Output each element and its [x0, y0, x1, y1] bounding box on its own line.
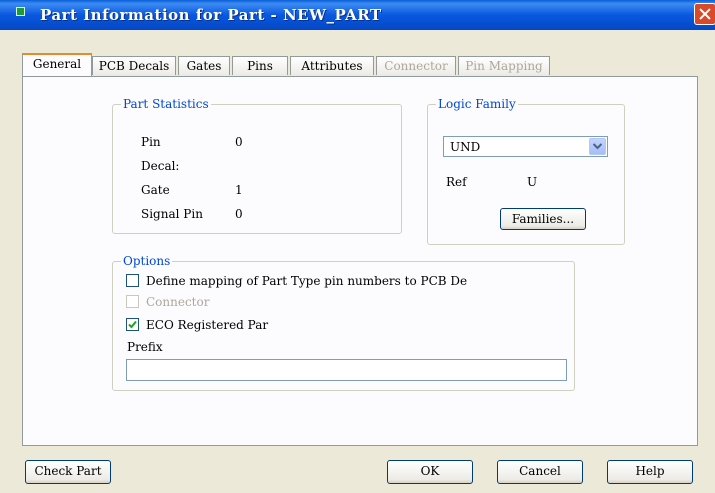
ref-label: Ref [446, 175, 467, 189]
logic-family-select[interactable]: UND [443, 136, 608, 157]
pin-value: 0 [235, 135, 243, 149]
part-statistics-group: Part Statistics Pin 0 Decal: Gate 1 Sign… [112, 97, 402, 234]
signal-pin-value: 0 [235, 207, 243, 221]
eco-registered-checkbox[interactable] [126, 318, 139, 331]
tab-pins[interactable]: Pins [232, 56, 288, 75]
help-button[interactable]: Help [607, 460, 693, 484]
prefix-label: Prefix [127, 340, 163, 354]
define-mapping-checkbox[interactable] [126, 274, 139, 287]
part-statistics-title: Part Statistics [121, 97, 211, 111]
tab-gates[interactable]: Gates [178, 56, 230, 75]
close-icon[interactable] [694, 3, 715, 25]
title-bar[interactable]: Part Information for Part - NEW_PART [0, 0, 715, 30]
tab-general[interactable]: General [22, 53, 92, 76]
families-button[interactable]: Families... [500, 208, 586, 230]
define-mapping-label[interactable]: Define mapping of Part Type pin numbers … [146, 274, 467, 288]
tab-pin-mapping: Pin Mapping [458, 56, 550, 75]
general-tab-panel: Part Statistics Pin 0 Decal: Gate 1 Sign… [22, 76, 698, 446]
tab-attributes[interactable]: Attributes [290, 56, 374, 75]
window-title: Part Information for Part - NEW_PART [40, 6, 382, 24]
connector-checkbox [126, 295, 139, 308]
signal-pin-label: Signal Pin [141, 207, 203, 221]
logic-family-group: Logic Family UND Ref U Families... [427, 97, 625, 245]
options-group: Options Define mapping of Part Type pin … [112, 254, 575, 391]
ref-value: U [527, 175, 538, 189]
tab-connector: Connector [376, 56, 456, 75]
check-part-button[interactable]: Check Part [25, 460, 111, 484]
logic-family-title: Logic Family [436, 97, 518, 111]
logic-family-value: UND [450, 140, 481, 154]
cancel-button[interactable]: Cancel [497, 460, 583, 484]
connector-label: Connector [146, 295, 210, 309]
prefix-input[interactable] [126, 359, 567, 381]
options-title: Options [121, 254, 173, 268]
part-information-dialog: Part Information for Part - NEW_PART Gen… [0, 0, 715, 493]
gate-label: Gate [141, 183, 170, 197]
gate-value: 1 [235, 183, 243, 197]
chevron-down-icon[interactable] [589, 138, 606, 155]
eco-registered-label[interactable]: ECO Registered Par [146, 318, 268, 332]
decal-label: Decal: [141, 159, 180, 173]
tab-pcb-decals[interactable]: PCB Decals [92, 56, 176, 75]
app-icon [16, 7, 25, 16]
checkmark-icon [128, 320, 137, 329]
pin-label: Pin [141, 135, 161, 149]
ok-button[interactable]: OK [387, 460, 473, 484]
